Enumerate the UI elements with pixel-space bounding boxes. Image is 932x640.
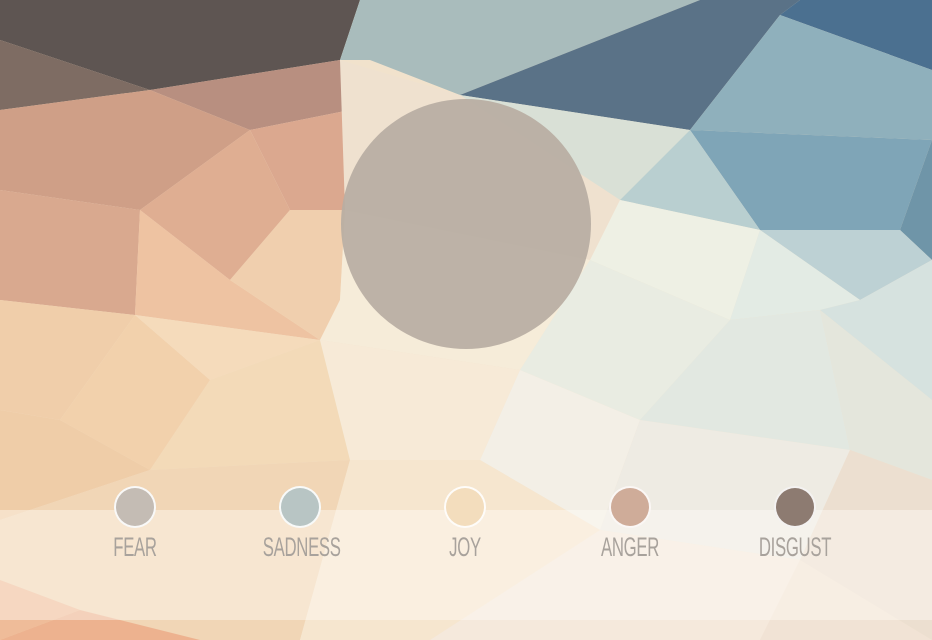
emotion-joy[interactable]: JOY [405,486,525,563]
joy-swatch[interactable] [444,486,486,528]
fear-swatch[interactable] [114,486,156,528]
sadness-swatch[interactable] [279,486,321,528]
emotion-anger[interactable]: ANGER [570,486,690,563]
mood-circle [341,99,591,349]
sadness-label: SADNESS [262,532,341,562]
emotion-disgust[interactable]: DISGUST [735,486,855,563]
anger-label: ANGER [601,532,659,562]
disgust-swatch[interactable] [774,486,816,528]
anger-swatch[interactable] [609,486,651,528]
joy-label: JOY [449,532,481,562]
emotion-sadness[interactable]: SADNESS [240,486,360,563]
emotion-fear[interactable]: FEAR [75,486,195,563]
fear-label: FEAR [113,532,157,562]
mood-stage: FEAR SADNESS JOY ANGER DISGUST [0,0,932,640]
disgust-label: DISGUST [758,532,832,562]
